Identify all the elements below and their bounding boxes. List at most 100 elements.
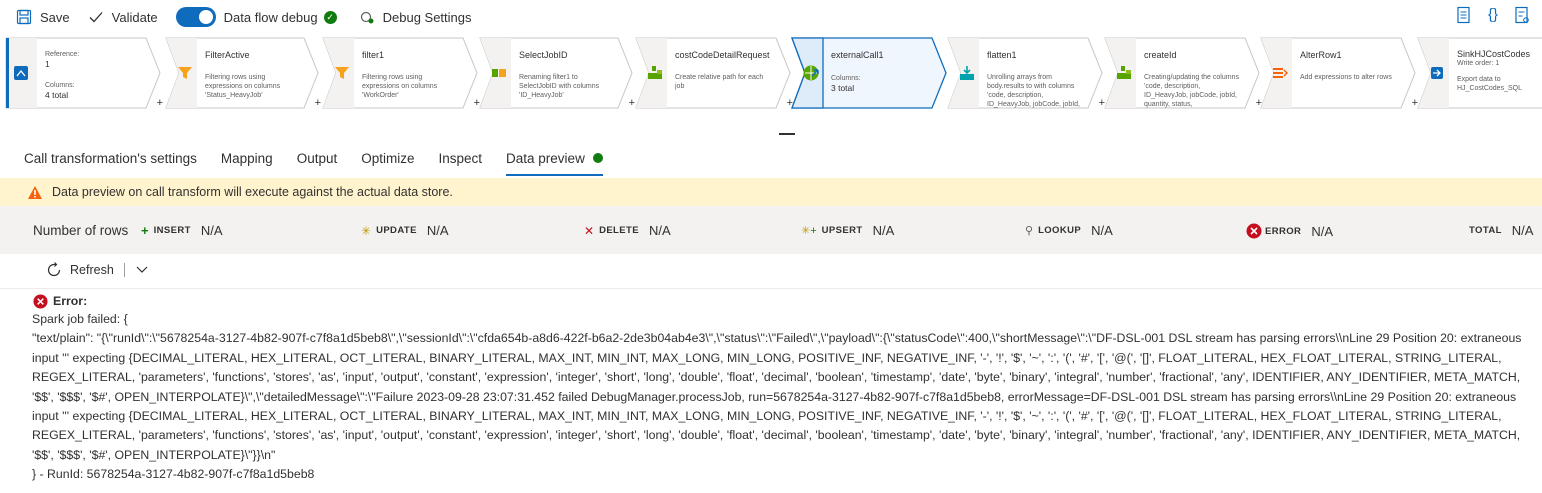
toggle-switch[interactable]: [175, 7, 216, 27]
node-filter1[interactable]: filter1 Filtering rows using expressions…: [322, 37, 480, 109]
refresh-icon: [46, 262, 62, 278]
script-icon[interactable]: [1456, 6, 1472, 27]
update-count: ✳ UPDATE N/A: [361, 223, 449, 238]
node-alterrow1[interactable]: AlterRow1 Add expressions to alter rows …: [1260, 37, 1418, 109]
total-count: TOTAL N/A: [1469, 223, 1534, 238]
error-icon: [33, 294, 48, 309]
node-costcodedetailrequest[interactable]: costCodeDetailRequest Create relative pa…: [635, 37, 793, 109]
checkmark-icon: [88, 9, 104, 25]
node-subtitle: Write order: 1: [1457, 60, 1500, 67]
warning-text: Data preview on call transform will exec…: [52, 185, 453, 199]
rows-label: Number of rows: [33, 223, 129, 238]
toolbar-right: {}: [1456, 6, 1530, 27]
debug-settings-icon: [359, 9, 375, 25]
toolbar: Save Validate Data flow debug ✓ Debug Se…: [0, 0, 1542, 34]
columns-label: Columns:: [45, 82, 75, 89]
upsert-count: ✳+ UPSERT N/A: [801, 223, 895, 238]
validate-button[interactable]: Validate: [88, 9, 158, 25]
select-icon: [483, 37, 515, 109]
data-flow-debug-toggle[interactable]: Data flow debug ✓: [175, 7, 337, 27]
warning-banner: Data preview on call transform will exec…: [0, 178, 1542, 206]
upsert-icon: ✳+: [801, 225, 817, 237]
node-selectjobid[interactable]: SelectJobID Renaming filter1 to SelectJo…: [479, 37, 635, 109]
node-name: FilterActive: [205, 50, 250, 60]
node-name: createId: [1144, 50, 1177, 60]
sink-icon: [1421, 37, 1453, 109]
error-title-text: Error:: [53, 294, 88, 308]
tab-call-settings[interactable]: Call transformation's settings: [24, 148, 197, 176]
node-description: Filtering rows using expressions on colu…: [362, 74, 438, 99]
data-flow-pipeline: Reference: 1 Columns: 4 total + FilterAc…: [5, 37, 1542, 111]
node-filteractive[interactable]: FilterActive Filtering rows using expres…: [165, 37, 321, 109]
debug-status-check-icon: ✓: [323, 10, 337, 24]
node-description: Create relative path for each job: [675, 74, 764, 90]
update-icon: ✳: [361, 223, 372, 238]
debug-settings-label: Debug Settings: [382, 9, 472, 25]
status-dot-icon: [592, 153, 603, 163]
separator: [123, 263, 125, 277]
divider: [0, 288, 1542, 289]
properties-tabs: Call transformation's settings Mapping O…: [24, 148, 627, 178]
error-title: Error:: [33, 292, 1538, 311]
lookup-icon: ⚲: [1025, 225, 1034, 237]
node-description: Filtering rows using expressions on colu…: [205, 74, 281, 99]
refresh-button[interactable]: Refresh: [46, 262, 149, 278]
flatten-icon: [951, 37, 983, 109]
node-externalcall1[interactable]: externalCall1 Columns: 3 total: [791, 37, 947, 109]
node-name: externalCall1: [831, 50, 884, 60]
filter-icon: [326, 37, 358, 109]
columns-value: 4 total: [45, 90, 69, 100]
node-createid[interactable]: createId Creating/updating the columns '…: [1104, 37, 1262, 109]
tab-mapping[interactable]: Mapping: [221, 148, 273, 176]
tab-optimize[interactable]: Optimize: [361, 148, 414, 176]
add-transform-button[interactable]: +: [157, 97, 163, 109]
error-count-icon: [1246, 223, 1262, 239]
warning-icon: [27, 185, 43, 200]
reference-value: 1: [45, 59, 50, 69]
add-transform-button[interactable]: +: [315, 97, 321, 109]
save-icon: [16, 9, 32, 25]
node-source[interactable]: Reference: 1 Columns: 4 total +: [5, 37, 163, 109]
node-name: filter1: [362, 50, 385, 60]
tab-inspect[interactable]: Inspect: [439, 148, 483, 176]
delete-icon: ✕: [584, 223, 595, 238]
alter-row-icon: [1264, 37, 1296, 109]
node-description: Export data to HJ_CostCodes_SQL: [1457, 76, 1522, 92]
save-label: Save: [40, 9, 70, 25]
tab-data-preview[interactable]: Data preview: [506, 148, 603, 176]
node-description: Renaming filter1 to SelectJobID with col…: [519, 74, 600, 99]
debug-label: Data flow debug: [223, 9, 318, 25]
node-description: Creating/updating the columns 'code, des…: [1144, 74, 1239, 108]
chevron-down-icon[interactable]: [135, 265, 149, 275]
refresh-label: Refresh: [70, 263, 114, 277]
debug-settings-button[interactable]: Debug Settings: [359, 9, 472, 25]
code-braces-icon[interactable]: {}: [1488, 6, 1498, 27]
node-name: costCodeDetailRequest: [675, 50, 770, 60]
node-sinkhjcostcodes[interactable]: SinkHJCostCodes Write order: 1 Export da…: [1417, 37, 1542, 109]
node-name: SelectJobID: [519, 50, 568, 60]
columns-value: 3 total: [831, 83, 855, 93]
row-counts-bar: Number of rows + INSERT N/A ✳ UPDATE N/A…: [0, 206, 1542, 254]
tab-data-preview-label: Data preview: [506, 151, 585, 166]
lookup-count: ⚲ LOOKUP N/A: [1025, 223, 1113, 238]
insert-count: + INSERT N/A: [141, 223, 223, 238]
save-button[interactable]: Save: [16, 9, 70, 25]
derived-column-icon: [1108, 37, 1140, 109]
node-flatten1[interactable]: flatten1 Unrolling arrays from body.resu…: [947, 37, 1105, 109]
insert-icon: +: [141, 223, 149, 238]
node-description: Add expressions to alter rows: [1300, 74, 1392, 81]
node-name: flatten1: [987, 50, 1017, 60]
reference-label: Reference:: [45, 51, 80, 58]
node-name: AlterRow1: [1300, 50, 1342, 60]
error-panel: Error: Spark job failed: { "text/plain":…: [32, 292, 1538, 481]
source-icon: [5, 37, 37, 109]
validate-label: Validate: [111, 9, 158, 25]
tab-output[interactable]: Output: [297, 148, 338, 176]
error-message: Spark job failed: { "text/plain": "{\"ru…: [32, 312, 1522, 482]
error-count: ERROR N/A: [1246, 223, 1333, 239]
delete-count: ✕ DELETE N/A: [584, 223, 671, 238]
derived-column-icon: [639, 37, 671, 109]
panel-resize-handle[interactable]: [779, 133, 795, 135]
properties-icon[interactable]: [1514, 6, 1530, 27]
columns-label: Columns:: [831, 75, 861, 82]
